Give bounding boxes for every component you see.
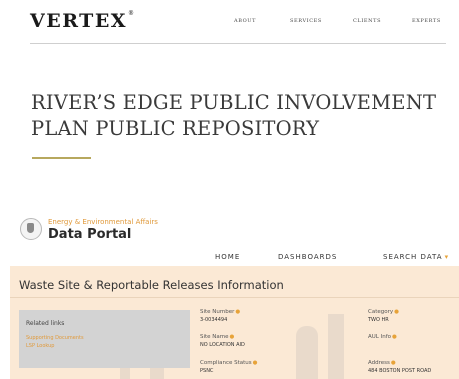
site-name-label: Site Name● xyxy=(200,334,235,340)
site-info-panel: Waste Site & Reportable Releases Informa… xyxy=(10,266,459,379)
site-number-value: 3-0034494 xyxy=(200,317,228,323)
nav-services[interactable]: SERVICES xyxy=(290,18,322,24)
compliance-status-value: PSNC xyxy=(200,368,214,374)
page-title-line-2: PLAN PUBLIC REPOSITORY xyxy=(31,117,320,140)
background-illustration xyxy=(296,326,318,379)
compliance-status-label: Compliance Status● xyxy=(200,360,258,366)
info-icon[interactable]: ● xyxy=(230,334,235,340)
chevron-down-icon: ▾ xyxy=(444,253,450,261)
info-icon[interactable]: ● xyxy=(253,360,258,366)
site-number-label: Site Number● xyxy=(200,309,241,315)
page-title-line-1: RIVER’S EDGE PUBLIC INVOLVEMENT xyxy=(31,91,437,114)
site-name-value: NO LOCATION AID xyxy=(200,342,245,348)
lsp-lookup-link[interactable]: LSP Lookup xyxy=(26,343,54,349)
related-links-box: Related links Supporting Documents LSP L… xyxy=(19,310,190,368)
portal-nav-home[interactable]: HOME xyxy=(215,253,240,261)
title-underline xyxy=(32,157,91,159)
info-icon[interactable]: ● xyxy=(392,334,397,340)
nav-clients[interactable]: CLIENTS xyxy=(353,18,381,24)
portal-brand-subtitle: Energy & Environmental Affairs xyxy=(48,218,158,226)
info-icon[interactable]: ● xyxy=(394,309,399,315)
address-label: Address● xyxy=(368,360,396,366)
site-header: VERTEX® ABOUT SERVICES CLIENTS EXPERTS xyxy=(0,0,459,44)
aul-info-label: AUL Info● xyxy=(368,334,397,340)
category-label: Category● xyxy=(368,309,399,315)
search-data-label: SEARCH DATA xyxy=(383,253,443,261)
category-value: TWO HR xyxy=(368,317,389,323)
supporting-documents-link[interactable]: Supporting Documents xyxy=(26,335,84,341)
address-value: 484 BOSTON POST ROAD xyxy=(368,368,432,374)
info-icon[interactable]: ● xyxy=(235,309,240,315)
registered-mark: ® xyxy=(128,10,136,17)
state-seal-icon xyxy=(20,218,42,240)
portal-nav-search-data[interactable]: SEARCH DATA ▾ xyxy=(383,253,449,261)
header-divider xyxy=(30,43,446,44)
panel-divider xyxy=(10,297,459,298)
panel-title: Waste Site & Reportable Releases Informa… xyxy=(19,278,284,292)
related-links-heading: Related links xyxy=(26,320,65,327)
nav-about[interactable]: ABOUT xyxy=(234,18,256,24)
page-title: RIVER’S EDGE PUBLIC INVOLVEMENT PLAN PUB… xyxy=(31,90,441,142)
background-illustration xyxy=(328,314,344,379)
portal-nav-dashboards[interactable]: DASHBOARDS xyxy=(278,253,337,261)
vertex-logo[interactable]: VERTEX® xyxy=(30,10,136,32)
nav-experts[interactable]: EXPERTS xyxy=(412,18,441,24)
info-icon[interactable]: ● xyxy=(391,360,396,366)
portal-brand-title: Data Portal xyxy=(48,227,132,242)
